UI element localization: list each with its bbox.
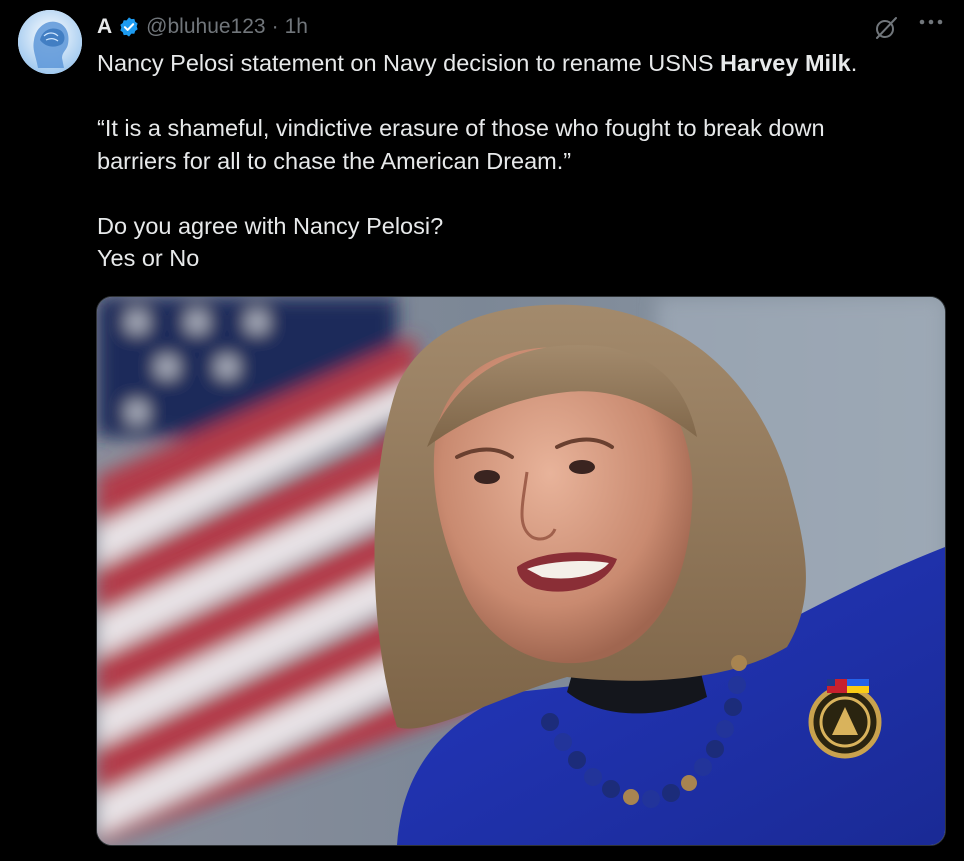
grok-button[interactable]	[872, 14, 900, 42]
tweet-question: Do you agree with Nancy Pelosi?	[97, 212, 444, 239]
headline-period: .	[850, 50, 858, 76]
grok-icon	[876, 17, 897, 39]
tweet-options: Yes or No	[97, 245, 200, 271]
tweet-quote: “It is a shameful, vindictive erasure of…	[97, 115, 825, 174]
more-horizontal-icon	[919, 19, 943, 25]
tweet-text: Nancy Pelosi statement on Navy decision …	[97, 47, 942, 275]
more-options-button[interactable]	[914, 12, 948, 40]
verified-badge-icon	[120, 17, 138, 37]
separator-dot: ·	[271, 15, 279, 38]
display-name[interactable]: A	[97, 15, 112, 39]
handle[interactable]: @bluhue123	[146, 15, 265, 39]
ship-name: Harvey Milk	[720, 50, 851, 76]
tweet-photo[interactable]	[96, 296, 946, 846]
avatar-brain-image	[18, 10, 82, 74]
timestamp[interactable]: 1h	[285, 15, 308, 39]
photo-woman-flag-background	[97, 297, 945, 845]
tweet-line-headline: Nancy Pelosi statement on Navy decision …	[97, 47, 942, 80]
avatar[interactable]	[18, 10, 82, 74]
tweet[interactable]: A @bluhue123 · 1h Nancy Pelosi statement…	[0, 0, 964, 861]
headline-text: Nancy Pelosi statement on Navy decision …	[97, 50, 721, 76]
tweet-header: A @bluhue123 · 1h	[97, 12, 308, 42]
